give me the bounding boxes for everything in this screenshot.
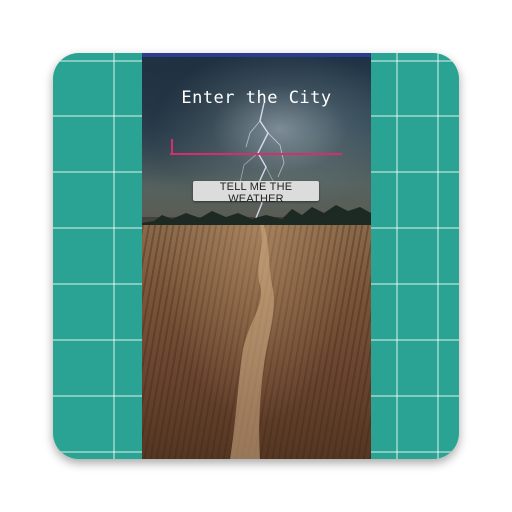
- text-cursor: [171, 139, 173, 155]
- app-icon-canvas: Enter the City TELL ME THE WEATHER: [0, 0, 512, 512]
- app-screen: Enter the City TELL ME THE WEATHER: [142, 53, 371, 459]
- page-title: Enter the City: [181, 88, 332, 108]
- dirt-path-image: [230, 225, 274, 459]
- city-input[interactable]: [170, 135, 342, 155]
- tell-me-the-weather-button[interactable]: TELL ME THE WEATHER: [193, 181, 319, 205]
